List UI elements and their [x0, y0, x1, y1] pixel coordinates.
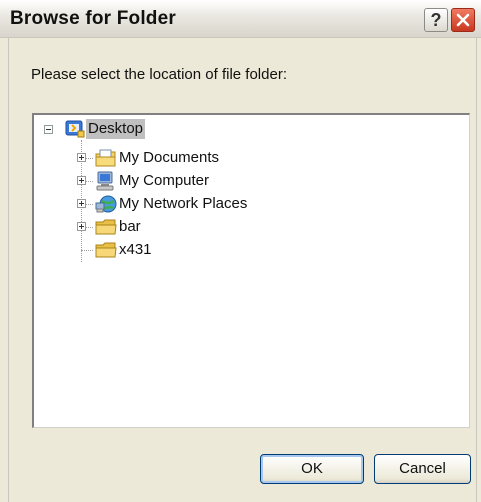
window-border-right	[476, 38, 481, 502]
folder-icon	[95, 219, 117, 235]
window-title: Browse for Folder	[10, 8, 176, 29]
tree-item-my-documents[interactable]: My Documents	[95, 147, 221, 169]
tree-item-x431[interactable]: x431	[95, 239, 154, 261]
tree-item-label: My Documents	[119, 149, 220, 166]
folder-tree[interactable]: Desktop My Documents My Computer My Netw…	[32, 113, 470, 428]
tree-connector	[81, 250, 93, 251]
tree-item-my-computer[interactable]: My Computer	[95, 170, 211, 192]
browse-for-folder-dialog: Browse for Folder ? Please select the lo…	[0, 0, 481, 502]
close-icon	[456, 13, 470, 27]
help-button[interactable]: ?	[424, 8, 448, 32]
expand-toggle[interactable]	[77, 199, 86, 208]
tree-item-desktop[interactable]: Desktop	[64, 118, 146, 140]
tree-item-bar[interactable]: bar	[95, 216, 143, 238]
my-computer-icon	[96, 171, 114, 191]
ok-button[interactable]: OK	[260, 454, 364, 484]
tree-item-label: My Network Places	[119, 195, 248, 212]
expand-toggle[interactable]	[77, 176, 86, 185]
instruction-label: Please select the location of file folde…	[31, 66, 287, 83]
title-bar[interactable]: Browse for Folder ?	[0, 0, 481, 38]
close-button[interactable]	[451, 8, 475, 32]
expand-toggle[interactable]	[77, 222, 86, 231]
my-documents-icon	[95, 149, 116, 167]
cancel-button[interactable]: Cancel	[374, 454, 471, 484]
collapse-toggle[interactable]	[44, 125, 53, 134]
tree-item-label: bar	[119, 218, 141, 235]
window-border-left	[0, 38, 9, 502]
network-places-icon	[95, 195, 117, 213]
folder-icon	[95, 242, 117, 258]
desktop-icon	[65, 120, 85, 138]
expand-toggle[interactable]	[77, 153, 86, 162]
tree-item-label: Desktop	[86, 119, 146, 139]
tree-item-my-network-places[interactable]: My Network Places	[95, 193, 249, 215]
tree-item-label: My Computer	[119, 172, 210, 189]
tree-item-label: x431	[119, 241, 152, 258]
